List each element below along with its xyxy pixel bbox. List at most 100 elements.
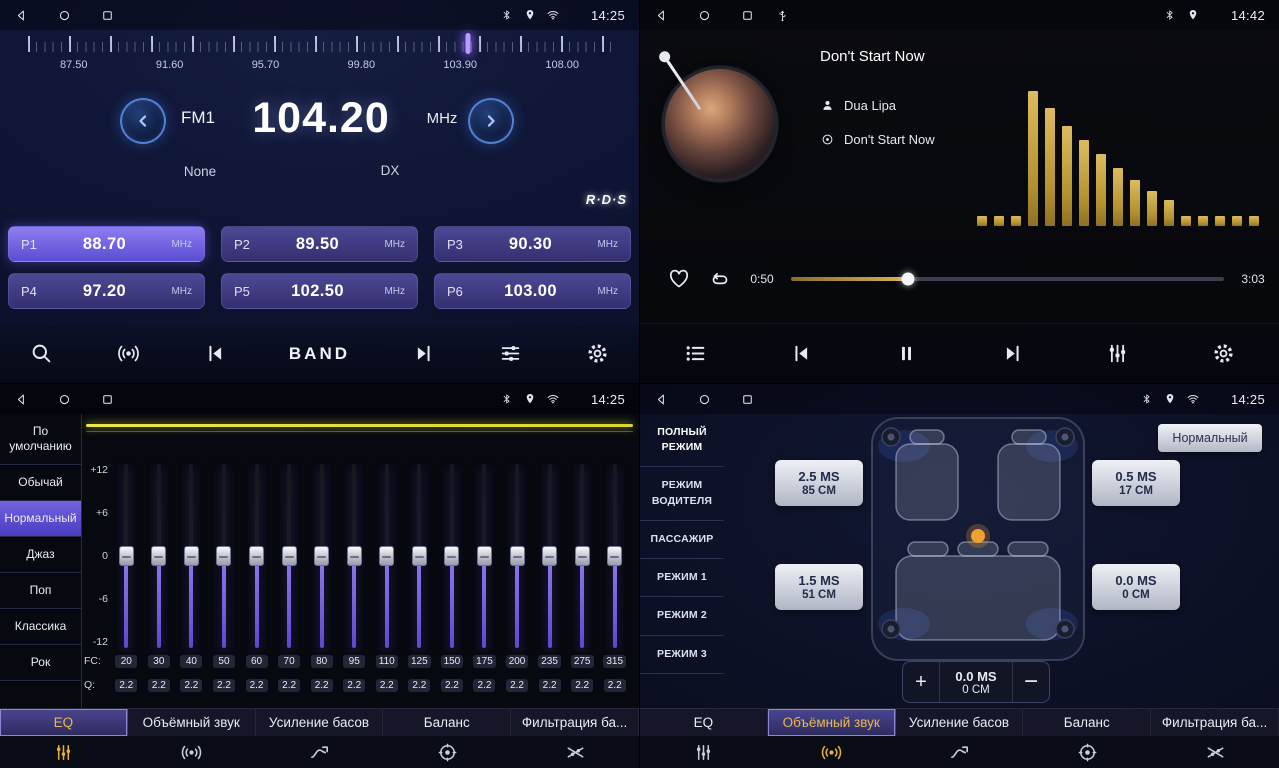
audio-tab[interactable]: Баланс xyxy=(383,709,511,736)
eq-preset-item[interactable]: Джаз xyxy=(0,537,81,573)
recents-icon[interactable] xyxy=(740,392,755,407)
delay-front-right[interactable]: 0.5 MS 17 CM xyxy=(1092,460,1180,506)
next-icon[interactable] xyxy=(999,340,1026,367)
slider-thumb[interactable] xyxy=(379,546,394,566)
eq-tab-icon[interactable] xyxy=(640,736,768,768)
slider-thumb[interactable] xyxy=(575,546,590,566)
eq-band-slider[interactable] xyxy=(412,464,427,648)
eq-band-slider[interactable] xyxy=(347,464,362,648)
preset-button-p6[interactable]: P6103.00MHz xyxy=(434,273,631,309)
home-icon[interactable] xyxy=(57,392,72,407)
settings-gear-icon[interactable] xyxy=(1210,340,1237,367)
slider-thumb[interactable] xyxy=(119,546,134,566)
stage-mode-item[interactable]: ПОЛНЫЙ РЕЖИМ xyxy=(640,414,724,467)
progress-bar[interactable] xyxy=(791,277,1224,281)
slider-thumb[interactable] xyxy=(510,546,525,566)
eq-preset-item[interactable]: Нормальный xyxy=(0,501,81,537)
tune-up-button[interactable] xyxy=(468,98,514,144)
slider-thumb[interactable] xyxy=(151,546,166,566)
preset-button-p2[interactable]: P289.50MHz xyxy=(221,226,418,262)
balance-tab-icon[interactable] xyxy=(383,736,511,768)
audio-tab[interactable]: Фильтрация ба... xyxy=(1151,709,1279,736)
stage-mode-item[interactable]: РЕЖИМ 3 xyxy=(640,636,724,674)
slider-thumb[interactable] xyxy=(477,546,492,566)
filter-tab-icon[interactable] xyxy=(511,736,639,768)
audio-tab[interactable]: Баланс xyxy=(1023,709,1151,736)
eq-band-slider[interactable] xyxy=(184,464,199,648)
bass-boost-tab-icon[interactable] xyxy=(896,736,1024,768)
home-icon[interactable] xyxy=(697,8,712,23)
eq-preset-item[interactable]: Классика xyxy=(0,609,81,645)
repeat-icon[interactable] xyxy=(707,266,733,292)
slider-thumb[interactable] xyxy=(542,546,557,566)
next-icon[interactable] xyxy=(410,340,437,367)
slider-thumb[interactable] xyxy=(347,546,362,566)
recents-icon[interactable] xyxy=(740,8,755,23)
delay-rear-left[interactable]: 1.5 MS 51 CM xyxy=(775,564,863,610)
audio-tab[interactable]: Объёмный звук xyxy=(768,709,896,736)
surround-tab-icon[interactable] xyxy=(128,736,256,768)
eq-preset-item[interactable]: Рок xyxy=(0,645,81,681)
audio-tab[interactable]: Объёмный звук xyxy=(128,709,256,736)
eq-band-slider[interactable] xyxy=(542,464,557,648)
eq-band-slider[interactable] xyxy=(444,464,459,648)
audio-tab[interactable]: EQ xyxy=(0,709,128,736)
back-icon[interactable] xyxy=(14,392,29,407)
slider-thumb[interactable] xyxy=(249,546,264,566)
preset-button-p5[interactable]: P5102.50MHz xyxy=(221,273,418,309)
band-button[interactable]: BAND xyxy=(289,344,350,364)
pause-icon[interactable] xyxy=(893,340,920,367)
stage-mode-item[interactable]: РЕЖИМ 2 xyxy=(640,597,724,635)
eq-band-slider[interactable] xyxy=(510,464,525,648)
slider-thumb[interactable] xyxy=(216,546,231,566)
back-icon[interactable] xyxy=(654,8,669,23)
playlist-icon[interactable] xyxy=(682,340,709,367)
eq-band-slider[interactable] xyxy=(314,464,329,648)
eq-preset-item[interactable]: Поп xyxy=(0,573,81,609)
home-icon[interactable] xyxy=(57,8,72,23)
stage-mode-item[interactable]: ПАССАЖИР xyxy=(640,521,724,559)
stage-mode-item[interactable]: РЕЖИМ 1 xyxy=(640,559,724,597)
slider-thumb[interactable] xyxy=(444,546,459,566)
surround-tab-icon[interactable] xyxy=(768,736,896,768)
slider-thumb[interactable] xyxy=(184,546,199,566)
back-icon[interactable] xyxy=(14,8,29,23)
slider-thumb[interactable] xyxy=(412,546,427,566)
mixer-icon[interactable] xyxy=(1104,340,1131,367)
delay-rear-right[interactable]: 0.0 MS 0 CM xyxy=(1092,564,1180,610)
eq-band-slider[interactable] xyxy=(119,464,134,648)
preset-button-p3[interactable]: P390.30MHz xyxy=(434,226,631,262)
stage-mode-item[interactable]: РЕЖИМ ВОДИТЕЛЯ xyxy=(640,467,724,520)
recents-icon[interactable] xyxy=(100,8,115,23)
audio-tab[interactable]: Усиление басов xyxy=(256,709,384,736)
slider-thumb[interactable] xyxy=(314,546,329,566)
audio-tab[interactable]: Фильтрация ба... xyxy=(511,709,639,736)
frequency-scale[interactable]: 87.5091.6095.7099.80103.90108.00 xyxy=(28,36,611,71)
slider-thumb[interactable] xyxy=(282,546,297,566)
eq-band-slider[interactable] xyxy=(575,464,590,648)
filter-tab-icon[interactable] xyxy=(1151,736,1279,768)
audio-tab[interactable]: Усиление басов xyxy=(896,709,1024,736)
delay-front-left[interactable]: 2.5 MS 85 CM xyxy=(775,460,863,506)
preset-button-p1[interactable]: P188.70MHz xyxy=(8,226,205,262)
settings-gear-icon[interactable] xyxy=(584,340,611,367)
slider-thumb[interactable] xyxy=(607,546,622,566)
sound-mode-button[interactable]: Нормальный xyxy=(1158,424,1262,452)
tuning-indicator[interactable] xyxy=(466,33,471,54)
eq-preset-item[interactable]: Обычай xyxy=(0,465,81,501)
balance-tab-icon[interactable] xyxy=(1023,736,1151,768)
eq-band-slider[interactable] xyxy=(249,464,264,648)
eq-sliders-icon[interactable] xyxy=(497,340,524,367)
home-icon[interactable] xyxy=(697,392,712,407)
back-icon[interactable] xyxy=(654,392,669,407)
eq-band-slider[interactable] xyxy=(379,464,394,648)
broadcast-icon[interactable] xyxy=(115,340,142,367)
eq-band-slider[interactable] xyxy=(282,464,297,648)
eq-band-slider[interactable] xyxy=(216,464,231,648)
eq-tab-icon[interactable] xyxy=(0,736,128,768)
recents-icon[interactable] xyxy=(100,392,115,407)
scan-icon[interactable] xyxy=(28,340,55,367)
audio-tab[interactable]: EQ xyxy=(640,709,768,736)
eq-preset-item[interactable]: По умолчанию xyxy=(0,414,81,465)
bass-boost-tab-icon[interactable] xyxy=(256,736,384,768)
